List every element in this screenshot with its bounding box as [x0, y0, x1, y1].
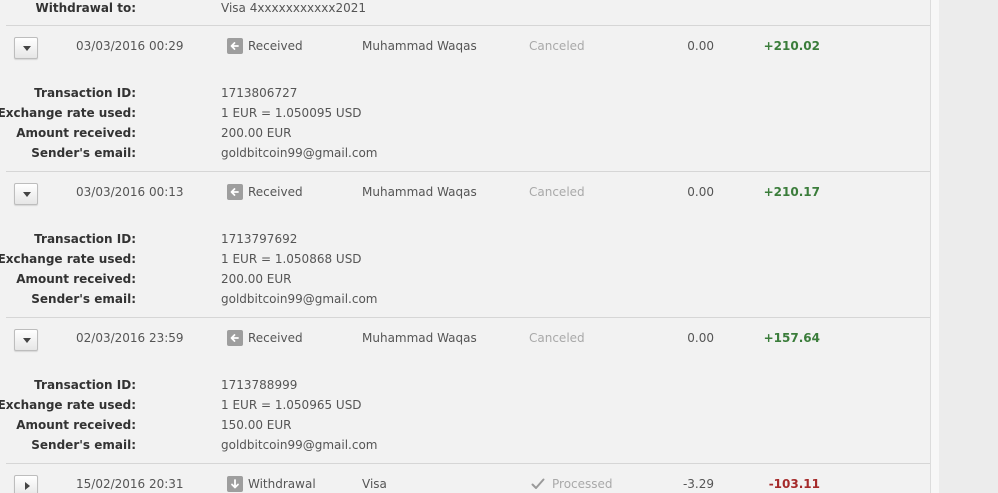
detail-value-exchange-rate: 1 EUR = 1.050095 USD [221, 106, 362, 120]
transaction-counterparty: Muhammad Waqas [362, 39, 477, 53]
detail-label-exchange-rate: Exchange rate used: [0, 398, 136, 412]
panel-gutter [931, 0, 939, 493]
detail-value-withdrawal-to: Visa 4xxxxxxxxxxx2021 [221, 1, 366, 15]
transaction-amount: +157.64 [763, 331, 820, 345]
detail-label-transaction-id: Transaction ID: [34, 86, 136, 100]
detail-value-sender-email: goldbitcoin99@gmail.com [221, 292, 378, 306]
transaction-date: 03/03/2016 00:13 [76, 185, 184, 199]
transaction-fee: 0.00 [687, 39, 714, 53]
transaction-counterparty: Muhammad Waqas [362, 185, 477, 199]
collapse-toggle-button[interactable] [14, 37, 38, 59]
detail-label-sender-email: Sender's email: [31, 438, 136, 452]
transaction-fee: 0.00 [687, 185, 714, 199]
transaction-date: 15/02/2016 20:31 [76, 477, 184, 491]
transaction-type: Received [248, 39, 303, 53]
transaction-date: 02/03/2016 23:59 [76, 331, 184, 345]
triangle-down-icon [23, 192, 31, 197]
transaction-type: Received [248, 331, 303, 345]
detail-label-amount-received: Amount received: [16, 272, 136, 286]
detail-label-transaction-id: Transaction ID: [34, 378, 136, 392]
detail-value-exchange-rate: 1 EUR = 1.050965 USD [221, 398, 362, 412]
detail-label-sender-email: Sender's email: [31, 292, 136, 306]
row-separator [6, 25, 930, 26]
transaction-list: Withdrawal to: Visa 4xxxxxxxxxxx2021 03/… [0, 0, 931, 493]
transaction-status: Canceled [529, 331, 585, 345]
detail-value-exchange-rate: 1 EUR = 1.050868 USD [221, 252, 362, 266]
arrow-down-icon [227, 476, 243, 492]
arrow-left-icon [227, 38, 243, 54]
detail-value-amount-received: 200.00 EUR [221, 272, 292, 286]
detail-value-transaction-id: 1713788999 [221, 378, 298, 392]
transaction-fee: 0.00 [687, 331, 714, 345]
detail-label-amount-received: Amount received: [16, 418, 136, 432]
detail-label-transaction-id: Transaction ID: [34, 232, 136, 246]
detail-value-transaction-id: 1713806727 [221, 86, 298, 100]
detail-label-sender-email: Sender's email: [31, 146, 136, 160]
row-separator [6, 317, 930, 318]
transaction-date: 03/03/2016 00:29 [76, 39, 184, 53]
transaction-amount: -103.11 [768, 477, 820, 491]
transaction-type: Withdrawal [248, 477, 316, 491]
detail-label-withdrawal-to: Withdrawal to: [35, 1, 137, 15]
detail-label-exchange-rate: Exchange rate used: [0, 106, 136, 120]
transaction-status: Processed [552, 477, 613, 491]
detail-value-sender-email: goldbitcoin99@gmail.com [221, 438, 378, 452]
page-background [939, 0, 998, 493]
check-icon [530, 476, 546, 492]
triangle-down-icon [23, 338, 31, 343]
triangle-right-icon [25, 482, 30, 490]
transaction-amount: +210.02 [763, 39, 820, 53]
detail-value-amount-received: 150.00 EUR [221, 418, 292, 432]
transaction-status: Canceled [529, 39, 585, 53]
row-separator [6, 463, 930, 464]
detail-label-amount-received: Amount received: [16, 126, 136, 140]
collapse-toggle-button[interactable] [14, 183, 38, 205]
detail-value-transaction-id: 1713797692 [221, 232, 298, 246]
transaction-counterparty: Visa [362, 477, 387, 491]
detail-value-sender-email: goldbitcoin99@gmail.com [221, 146, 378, 160]
row-separator [6, 171, 930, 172]
transaction-status: Canceled [529, 185, 585, 199]
collapse-toggle-button[interactable] [14, 329, 38, 351]
detail-value-amount-received: 200.00 EUR [221, 126, 292, 140]
expand-toggle-button[interactable] [14, 475, 38, 493]
arrow-left-icon [227, 330, 243, 346]
transaction-type: Received [248, 185, 303, 199]
arrow-left-icon [227, 184, 243, 200]
transaction-fee: -3.29 [682, 477, 714, 491]
triangle-down-icon [23, 46, 31, 51]
detail-label-exchange-rate: Exchange rate used: [0, 252, 136, 266]
transaction-amount: +210.17 [763, 185, 820, 199]
transaction-counterparty: Muhammad Waqas [362, 331, 477, 345]
